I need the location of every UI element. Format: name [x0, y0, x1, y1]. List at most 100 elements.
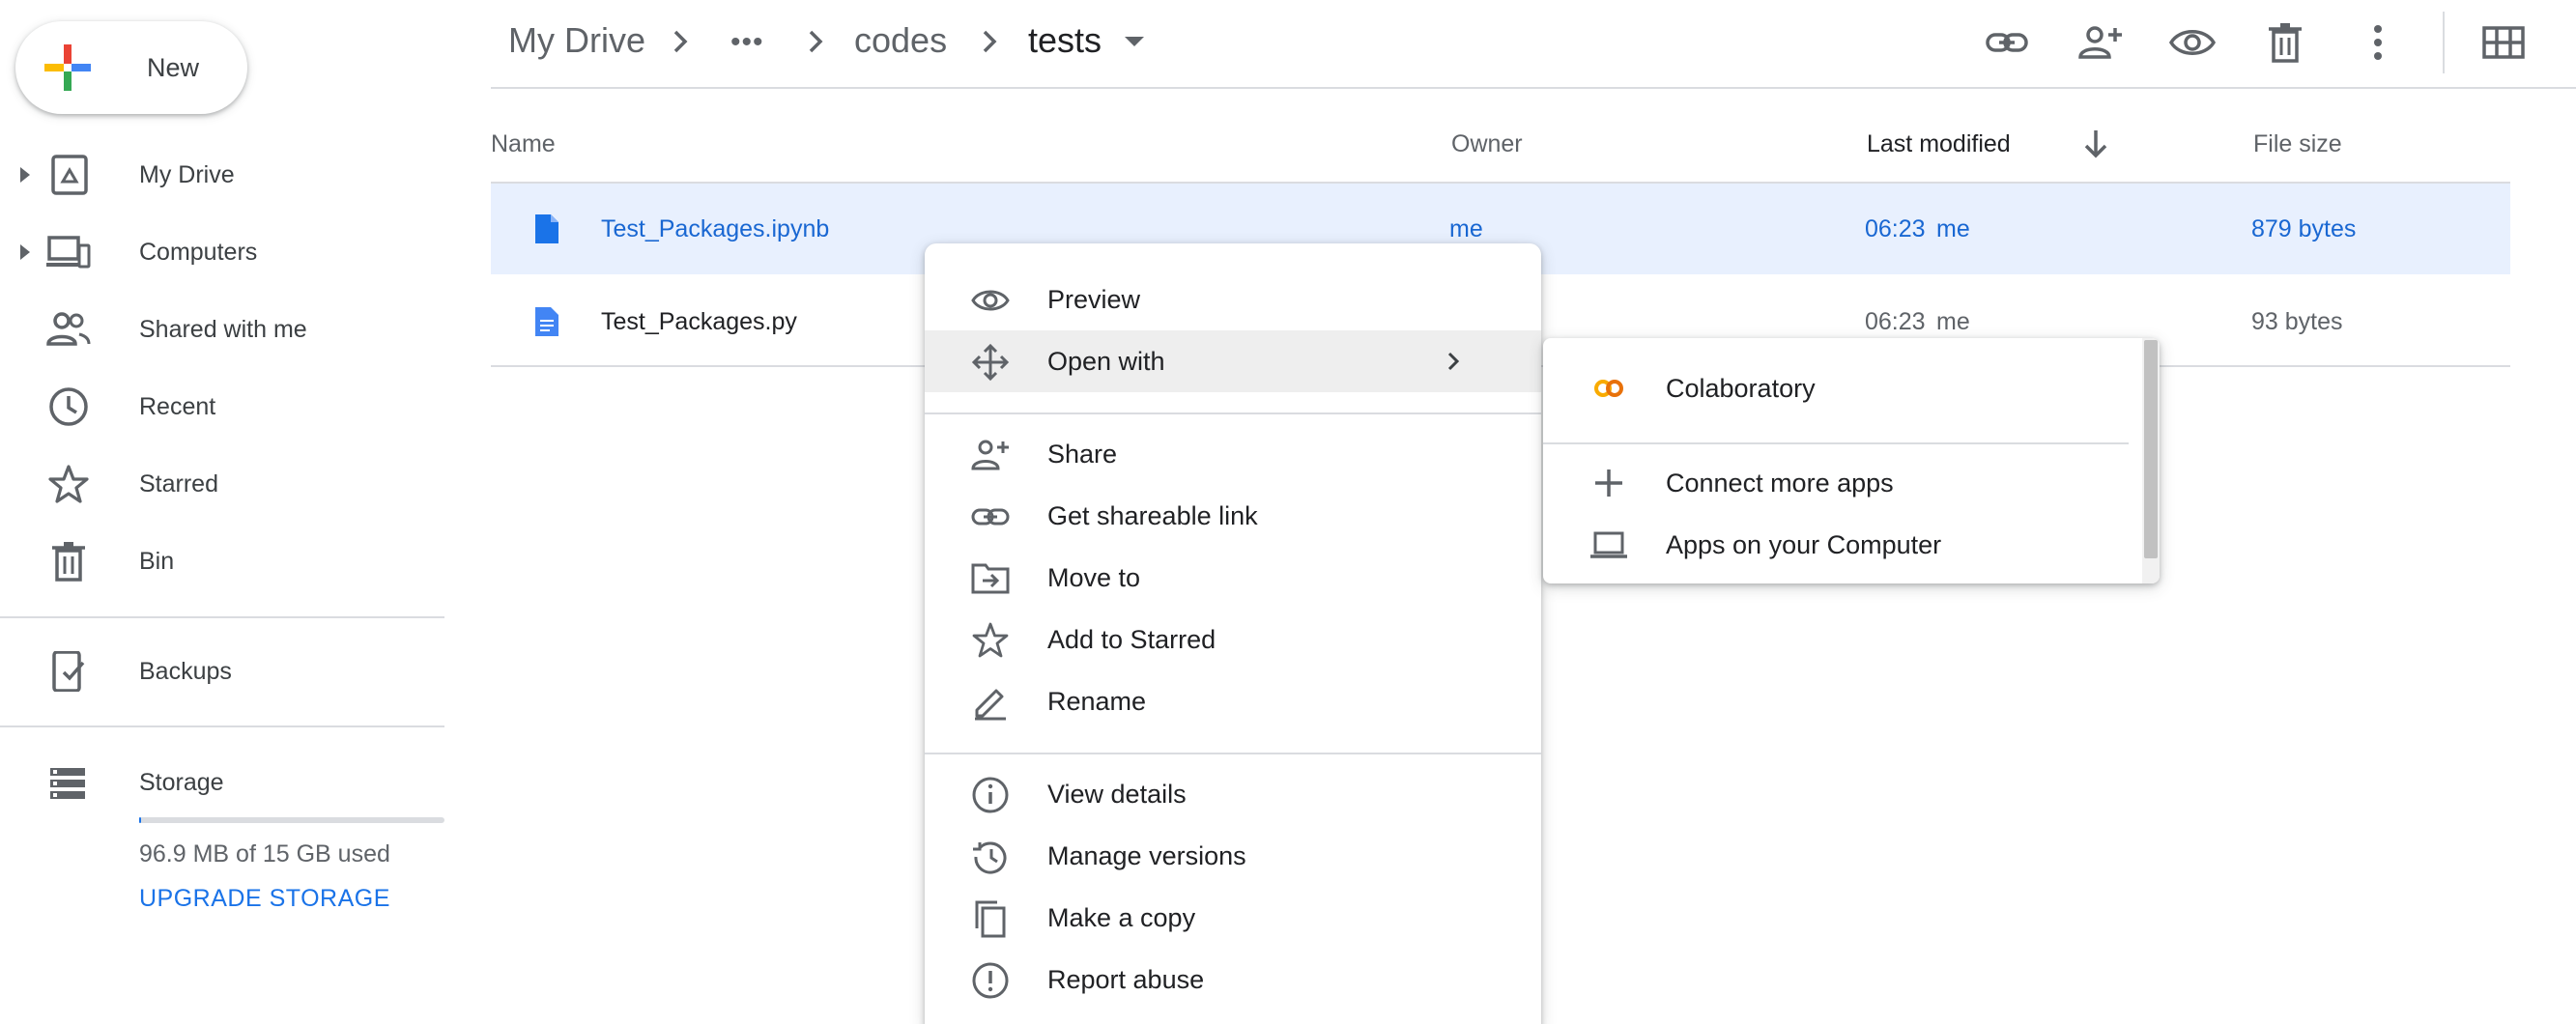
file-size: 879 bytes [2251, 215, 2357, 242]
people-icon [46, 309, 91, 350]
pencil-icon [971, 683, 1010, 722]
submenu-item-connect-more-apps[interactable]: Connect more apps [1543, 452, 2144, 514]
sidebar-item-shared-with-me[interactable]: Shared with me [0, 291, 444, 368]
breadcrumb-codes[interactable]: codes [854, 19, 947, 62]
column-header-owner[interactable]: Owner [1451, 129, 1523, 158]
menu-item-label: Rename [1047, 687, 1147, 716]
file-doc-icon [533, 213, 560, 245]
menu-item-label: Add to Starred [1047, 625, 1216, 654]
menu-item-label: Open with [1047, 347, 1165, 376]
colab-icon [1589, 369, 1628, 408]
sort-arrow-down-icon[interactable] [2081, 128, 2110, 159]
menu-item-move-to[interactable]: Move to [925, 547, 1541, 609]
alert-icon [971, 961, 1010, 1000]
expand-caret-icon[interactable] [17, 241, 33, 264]
link-icon [971, 498, 1010, 536]
menu-item-report-abuse[interactable]: Report abuse [925, 949, 1541, 1010]
menu-item-get-shareable-link[interactable]: Get shareable link [925, 485, 1541, 547]
clock-icon [46, 386, 91, 427]
menu-item-manage-versions[interactable]: Manage versions [925, 825, 1541, 887]
storage-icon [46, 762, 91, 803]
menu-item-label: Report abuse [1047, 965, 1205, 994]
menu-item-open-with[interactable]: Open with [925, 330, 1541, 392]
submenu-divider [1543, 442, 2129, 444]
file-size: 93 bytes [2251, 308, 2343, 335]
column-header-name[interactable]: Name [491, 129, 556, 158]
star-icon [46, 464, 91, 504]
chevron-right-icon [806, 29, 825, 54]
sidebar-item-label: My Drive [139, 161, 235, 188]
chevron-right-icon [980, 29, 999, 54]
preview-eye-icon[interactable] [2168, 18, 2217, 67]
menu-item-label: Move to [1047, 563, 1141, 592]
dropdown-arrow-icon[interactable] [1123, 35, 1146, 48]
menu-item-preview[interactable]: Preview [925, 269, 1541, 330]
info-icon [971, 776, 1010, 814]
eye-icon [971, 281, 1010, 320]
sidebar-item-recent[interactable]: Recent [0, 368, 444, 445]
menu-divider [925, 412, 1541, 414]
sidebar-item-label: Bin [139, 548, 175, 575]
submenu-item-colaboratory[interactable]: Colaboratory [1543, 357, 2144, 419]
submenu-item-apps-on-computer[interactable]: Apps on your Computer [1543, 514, 2144, 576]
menu-item-share[interactable]: Share [925, 423, 1541, 485]
new-button[interactable]: New [15, 21, 247, 114]
link-icon[interactable] [1983, 18, 2031, 67]
sidebar-divider [0, 725, 444, 727]
storage-usage-bar [139, 817, 444, 823]
column-header-last-modified[interactable]: Last modified [1867, 129, 2011, 158]
menu-item-view-details[interactable]: View details [925, 763, 1541, 825]
breadcrumb-my-drive[interactable]: My Drive [508, 19, 645, 62]
sidebar-item-label: Backups [139, 658, 232, 685]
share-person-icon[interactable] [2075, 18, 2124, 67]
submenu-item-label: Connect more apps [1666, 469, 1894, 498]
header-divider [491, 87, 2576, 89]
menu-item-label: Preview [1047, 285, 1141, 314]
drive-icon [46, 155, 91, 195]
delete-icon[interactable] [2261, 18, 2309, 67]
backup-icon [46, 651, 91, 692]
storage-usage-fill [139, 817, 141, 823]
more-vert-icon[interactable] [2354, 18, 2402, 67]
menu-item-label: Manage versions [1047, 841, 1246, 870]
sidebar-item-label: Starred [139, 470, 218, 498]
sidebar-item-label: Storage [139, 769, 224, 796]
computers-icon [46, 232, 91, 272]
plus-icon [1589, 464, 1628, 502]
column-header-file-size[interactable]: File size [2253, 129, 2342, 158]
submenu-item-label: Apps on your Computer [1666, 530, 1942, 559]
expand-caret-icon[interactable] [17, 163, 33, 186]
sidebar-item-storage[interactable]: Storage [0, 744, 444, 821]
toolbar-divider [2443, 12, 2445, 73]
upgrade-storage-link[interactable]: UPGRADE STORAGE [139, 885, 390, 913]
sidebar-item-label: Computers [139, 239, 258, 266]
menu-item-label: Get shareable link [1047, 501, 1258, 530]
colored-plus-icon [44, 44, 91, 91]
laptop-icon [1589, 526, 1628, 564]
new-button-label: New [147, 53, 200, 82]
history-icon [971, 838, 1010, 876]
breadcrumb-tests[interactable]: tests [1028, 19, 1102, 62]
menu-item-add-to-starred[interactable]: Add to Starred [925, 609, 1541, 670]
sidebar-item-label: Shared with me [139, 316, 307, 343]
file-modified-by: me [1936, 215, 1970, 242]
storage-used-text: 96.9 MB of 15 GB used [139, 840, 390, 868]
sidebar-item-starred[interactable]: Starred [0, 445, 444, 523]
move-arrows-icon [971, 343, 1010, 382]
sidebar-item-computers[interactable]: Computers [0, 213, 444, 291]
context-menu: Preview Open with Share Get shareable li… [925, 243, 1541, 1024]
person-add-icon [971, 436, 1010, 474]
menu-item-rename[interactable]: Rename [925, 670, 1541, 732]
breadcrumb-ellipsis[interactable]: ••• [730, 21, 764, 64]
menu-item-label: View details [1047, 780, 1187, 809]
submenu-scrollbar-thumb[interactable] [2144, 340, 2158, 558]
file-text-icon [533, 305, 560, 338]
menu-item-make-a-copy[interactable]: Make a copy [925, 887, 1541, 949]
sidebar-item-bin[interactable]: Bin [0, 523, 444, 600]
sidebar-item-backups[interactable]: Backups [0, 633, 444, 710]
file-modified-time: 06:23 [1865, 215, 1926, 242]
grid-view-icon[interactable] [2479, 18, 2528, 67]
menu-item-label: Share [1047, 440, 1118, 469]
sidebar-item-my-drive[interactable]: My Drive [0, 136, 444, 213]
sidebar-divider [0, 616, 444, 618]
